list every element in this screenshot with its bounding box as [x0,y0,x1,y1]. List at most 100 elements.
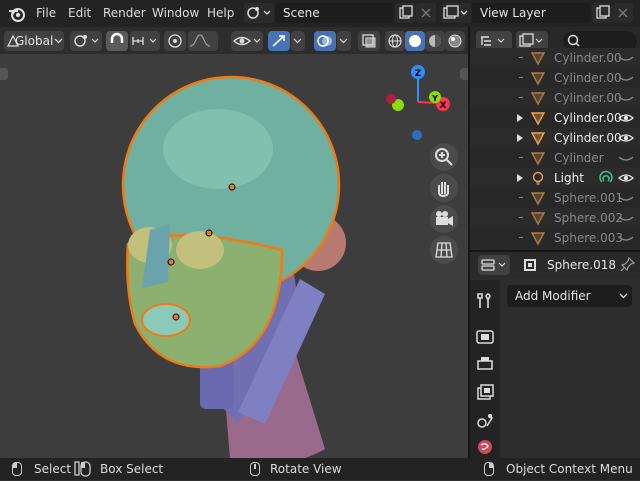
eye-closed-icon[interactable] [618,71,634,85]
xray-icon [362,34,376,48]
outliner-row[interactable]: Sphere.002 [470,208,640,228]
scene-name-field[interactable]: Scene [275,3,393,23]
y-axis-label: Y [431,94,438,103]
mesh-data-icon [530,230,546,246]
outliner-row[interactable]: Cylinder.00 [470,68,640,88]
gizmo-toggle[interactable] [268,31,290,51]
material-sphere-icon [429,35,441,47]
remove-scene-icon[interactable] [416,3,436,23]
status-select-label: Select [34,462,72,476]
menu-help[interactable]: Help [207,0,234,27]
add-modifier-dropdown[interactable]: Add Modifier [507,285,632,307]
menu-render[interactable]: Render [103,0,146,27]
eye-closed-icon[interactable] [618,211,634,225]
outliner-row[interactable]: Cylinder.00 [470,88,640,108]
mesh-data-icon [530,70,546,86]
eye-closed-icon[interactable] [618,51,634,65]
outliner-row-label: Cylinder.00 [554,71,622,85]
zoom-button[interactable] [430,143,458,171]
snap-target-dropdown[interactable] [130,31,160,51]
shading-solid-button[interactable] [405,31,425,51]
eye-closed-icon[interactable] [618,191,634,205]
scene-props-icon [477,414,494,428]
rendered-sphere-icon [448,34,462,48]
tab-render[interactable] [473,324,497,348]
light-data-icon[interactable] [598,170,614,186]
status-rotate-view-label: Rotate View [270,462,342,476]
mesh-data-icon [530,110,546,126]
visibility-dropdown[interactable] [231,31,263,51]
camera-icon [436,211,453,226]
pin-icon[interactable] [620,256,636,272]
outliner-row[interactable]: Sphere.001 [470,188,640,208]
render-camera-back-icon [476,330,494,344]
grid-icon [435,242,453,258]
snap-toggle[interactable] [106,31,128,51]
menu-edit[interactable]: Edit [68,0,91,27]
view-layer-name-field[interactable]: View Layer [472,3,590,23]
outliner-row-label: Cylinder.00 [554,131,622,145]
object-origin [228,183,236,191]
pivot-point-dropdown[interactable] [70,31,102,51]
navigation-gizmo[interactable]: Z X Y [380,60,460,150]
outliner-row[interactable]: Cylinder [470,148,640,168]
xray-toggle[interactable] [358,31,380,51]
eye-icon[interactable] [618,171,634,185]
mouse-middle-icon [250,462,260,476]
eye-icon[interactable] [618,131,634,145]
shading-wireframe-button[interactable] [385,31,405,51]
pan-button[interactable] [430,174,458,202]
tab-view-layer[interactable] [473,380,497,404]
render-layer-icon [443,5,468,19]
expand-arrow-icon[interactable] [517,134,523,142]
copy-view-layer-icon[interactable] [592,3,612,23]
perspective-toggle-button[interactable] [430,236,458,264]
outliner-row-label: Light [554,171,584,185]
proportional-falloff-dropdown[interactable] [188,31,218,51]
orientation-label: Global [15,34,54,48]
outliner-row[interactable]: Light [470,168,640,188]
mesh-data-icon [530,90,546,106]
mouse-drag-icon [74,460,94,478]
z-axis-label: Z [415,69,422,79]
eye-icon[interactable] [618,111,634,125]
shading-rendered-button[interactable] [445,31,465,51]
copy-scene-icon[interactable] [395,3,415,23]
proportional-edit-toggle[interactable] [164,31,186,51]
eye-closed-icon[interactable] [618,91,634,105]
outliner-row[interactable]: Cylinder.00 [470,48,640,68]
outliner-row[interactable]: Sphere.003 [470,228,640,248]
expand-arrow-icon[interactable] [517,174,523,182]
menu-window[interactable]: Window [152,0,199,27]
properties-icon [481,259,506,271]
orientation-dropdown[interactable]: Global [4,31,64,51]
view-layer-selector-button[interactable] [441,3,471,23]
overlays-toggle[interactable] [314,31,336,51]
overlays-dropdown[interactable] [337,31,351,51]
pivot-point-icon [74,35,99,47]
outliner-row[interactable]: Cylinder.00 [470,108,640,128]
outliner-row[interactable]: Cylinder.00 [470,128,640,148]
blender-logo-icon[interactable] [8,5,26,23]
tab-output[interactable] [473,352,497,376]
camera-view-button[interactable] [430,205,458,233]
shading-material-button[interactable] [425,31,445,51]
tab-scene[interactable] [473,408,497,432]
menu-file[interactable]: File [36,0,56,27]
tab-world[interactable] [473,436,497,458]
properties-editor-dropdown[interactable] [478,255,510,275]
eye-closed-icon[interactable] [618,231,634,245]
tree-line [519,77,523,78]
expand-arrow-icon[interactable] [517,114,523,122]
gizmo-arrow-icon [272,35,285,47]
object-origin [172,313,180,321]
gizmo-dropdown[interactable] [291,31,305,51]
scene-selector-button[interactable] [244,3,274,23]
remove-view-layer-icon[interactable] [613,3,633,23]
mesh-data-icon [530,50,546,66]
tab-tool[interactable] [473,288,497,312]
wrench-screwdriver-icon [477,293,491,308]
image-layers-icon [477,384,494,400]
eye-closed-icon[interactable] [618,151,634,165]
tree-line [519,97,523,98]
